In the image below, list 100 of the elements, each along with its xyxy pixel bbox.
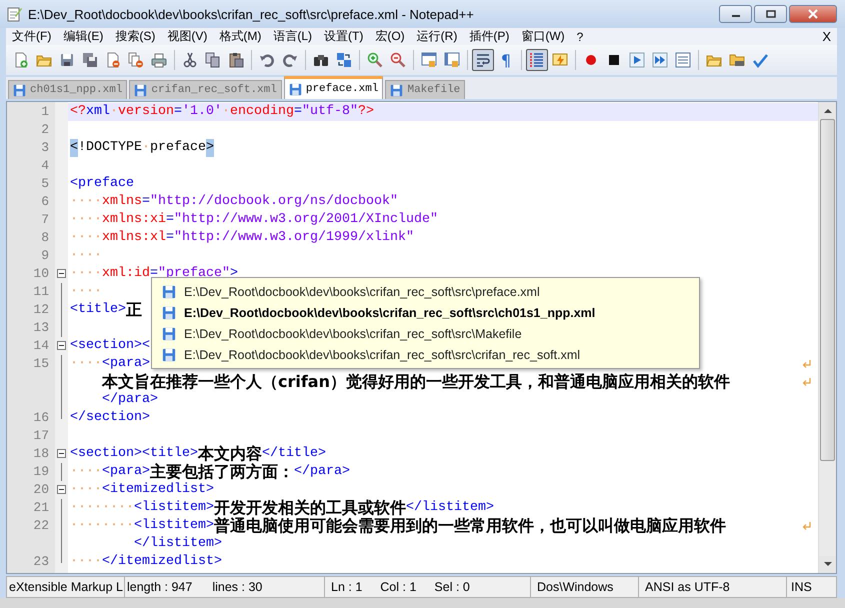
menu-item[interactable]: 窗口(W) bbox=[515, 28, 571, 45]
status-text: Sel : 0 bbox=[434, 580, 470, 594]
brace-match: < bbox=[70, 139, 78, 157]
attribute-name: xml:id bbox=[102, 265, 150, 283]
whitespace-dots: ········ bbox=[70, 517, 134, 535]
fold-toggle-icon[interactable] bbox=[57, 341, 66, 350]
menu-item[interactable]: 搜索(S) bbox=[109, 28, 162, 45]
toolbar-button[interactable] bbox=[472, 49, 494, 71]
whitespace-dots: ···· bbox=[70, 265, 102, 283]
line-number: 19 bbox=[33, 464, 49, 479]
menu-item[interactable]: 视图(V) bbox=[161, 28, 214, 45]
code-text: ?> bbox=[358, 103, 374, 121]
line-number: 21 bbox=[33, 500, 49, 515]
line-number: 20 bbox=[33, 482, 49, 497]
copy-icon bbox=[205, 52, 221, 68]
floppy-disks-icon bbox=[82, 52, 98, 68]
xml-tag: = bbox=[166, 211, 174, 229]
xml-tag: <para> bbox=[102, 463, 150, 481]
content-text: 正 bbox=[126, 301, 142, 319]
status-text: length : 947 bbox=[127, 580, 192, 594]
content-text: 普通电脑使用可能会需要用到的一些常用软件，也可以叫做电脑应用软件 bbox=[214, 517, 726, 535]
whitespace-dots: · bbox=[142, 139, 150, 157]
line-number: 8 bbox=[41, 230, 49, 245]
line-number: 12 bbox=[33, 302, 49, 317]
down-arrow-icon bbox=[824, 562, 832, 567]
line-number: 9 bbox=[41, 248, 49, 263]
line-number: 16 bbox=[33, 410, 49, 425]
attribute-name: xmlns:xi bbox=[102, 211, 166, 229]
code-text: <? bbox=[70, 103, 86, 121]
code-text: !DOCTYPE bbox=[78, 139, 142, 157]
status-text: eXtensible Markup L bbox=[9, 580, 123, 594]
zoom-in-icon bbox=[367, 52, 383, 68]
attribute-name: xmlns:xl bbox=[102, 229, 166, 247]
scroll-up-button[interactable] bbox=[819, 102, 836, 119]
file-tab[interactable]: preface.xml bbox=[284, 76, 384, 99]
xml-tag: = bbox=[142, 193, 150, 211]
printer-icon bbox=[151, 52, 167, 68]
line-number: 4 bbox=[41, 158, 49, 173]
fold-toggle-icon[interactable] bbox=[57, 449, 66, 458]
replace-icon bbox=[336, 52, 352, 68]
close-document-button[interactable]: X bbox=[816, 29, 837, 44]
window-lock-icon bbox=[421, 52, 437, 68]
line-number: 17 bbox=[33, 428, 49, 443]
scrollbar-thumb[interactable] bbox=[820, 119, 835, 461]
menu-item[interactable]: 格式(M) bbox=[213, 28, 268, 45]
xml-tag: </para> bbox=[102, 391, 158, 409]
xml-tag: <para> bbox=[102, 355, 150, 373]
close-icon bbox=[808, 9, 818, 19]
xml-tag: </listitem> bbox=[406, 499, 494, 517]
menu-item[interactable]: ? bbox=[570, 30, 590, 44]
whitespace-dots: ···· bbox=[70, 481, 102, 499]
window-lock-icon bbox=[444, 52, 460, 68]
close-button[interactable] bbox=[789, 5, 837, 23]
status-text: Col : 1 bbox=[380, 580, 416, 594]
list-window-icon bbox=[675, 52, 691, 68]
line-number: 22 bbox=[33, 518, 49, 533]
fold-toggle-icon[interactable] bbox=[57, 269, 66, 278]
attribute-name: xmlns bbox=[102, 193, 142, 211]
wrap-arrow-icon bbox=[802, 377, 812, 387]
file-list-item[interactable]: E:\Dev_Root\docbook\dev\books\crifan_rec_soft\src\ch01s1_npp.xml bbox=[154, 302, 697, 323]
line-number: 23 bbox=[33, 554, 49, 569]
attribute-value: "utf-8" bbox=[302, 103, 358, 121]
notepad-icon bbox=[6, 6, 22, 22]
xml-tag: </itemizedlist> bbox=[102, 553, 222, 571]
line-number: 1 bbox=[41, 104, 49, 119]
minimize-button[interactable] bbox=[719, 5, 752, 23]
indent-guide-icon bbox=[529, 52, 545, 68]
up-arrow-icon bbox=[824, 108, 832, 113]
menu-item[interactable]: 宏(O) bbox=[369, 28, 411, 45]
xml-tag: </section> bbox=[70, 409, 150, 427]
status-text: ANSI as UTF-8 bbox=[645, 580, 730, 594]
attribute-name: encoding bbox=[230, 103, 294, 121]
maximize-button[interactable] bbox=[754, 5, 787, 23]
code-text: preface bbox=[150, 139, 206, 157]
file-list-item[interactable]: E:\Dev_Root\docbook\dev\books\crifan_rec_soft\src\preface.xml bbox=[154, 281, 697, 302]
menu-item[interactable]: 编辑(E) bbox=[57, 28, 110, 45]
fast-forward-icon bbox=[652, 52, 668, 68]
status-text: Dos\Windows bbox=[537, 580, 614, 594]
xml-tag: <section>< bbox=[70, 337, 150, 355]
menu-item[interactable]: 设置(T) bbox=[318, 28, 370, 45]
line-number: 14 bbox=[33, 338, 49, 353]
whitespace-dots: ···· bbox=[70, 211, 102, 229]
checkmark-icon bbox=[752, 52, 768, 68]
menu-item[interactable]: 语言(L) bbox=[267, 28, 318, 45]
scroll-down-button[interactable] bbox=[819, 556, 836, 573]
menu-item[interactable]: 插件(P) bbox=[463, 28, 516, 45]
file-list-item[interactable]: E:\Dev_Root\docbook\dev\books\crifan_rec_soft\src\Makefile bbox=[154, 323, 697, 344]
file-list-item[interactable]: E:\Dev_Root\docbook\dev\books\crifan_rec_soft\src\crifan_rec_soft.xml bbox=[154, 344, 697, 365]
line-number: 7 bbox=[41, 212, 49, 227]
whitespace-dots: · bbox=[222, 103, 230, 121]
line-number: 15 bbox=[33, 356, 49, 371]
menu-item[interactable]: 运行(R) bbox=[410, 28, 464, 45]
fold-toggle-icon[interactable] bbox=[57, 485, 66, 494]
record-icon bbox=[583, 52, 599, 68]
xml-tag: <listitem> bbox=[134, 517, 214, 535]
toolbar-button[interactable]: ¶ bbox=[495, 49, 517, 71]
menu-item[interactable]: 文件(F) bbox=[6, 28, 58, 45]
status-text: Ln : 1 bbox=[331, 580, 362, 594]
xml-tag: > bbox=[230, 265, 238, 283]
scissors-icon bbox=[182, 52, 198, 68]
